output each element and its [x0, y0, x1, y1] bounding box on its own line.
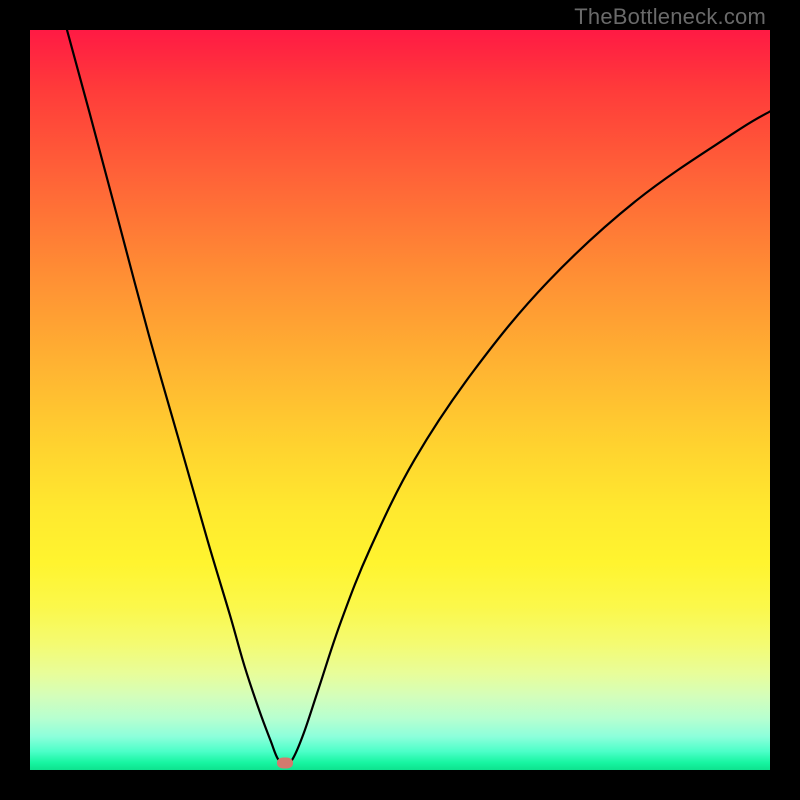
plot-area: [30, 30, 770, 770]
optimal-point-marker: [277, 757, 293, 768]
bottleneck-curve: [30, 30, 770, 770]
chart-frame: TheBottleneck.com: [0, 0, 800, 800]
watermark-text: TheBottleneck.com: [574, 4, 766, 30]
